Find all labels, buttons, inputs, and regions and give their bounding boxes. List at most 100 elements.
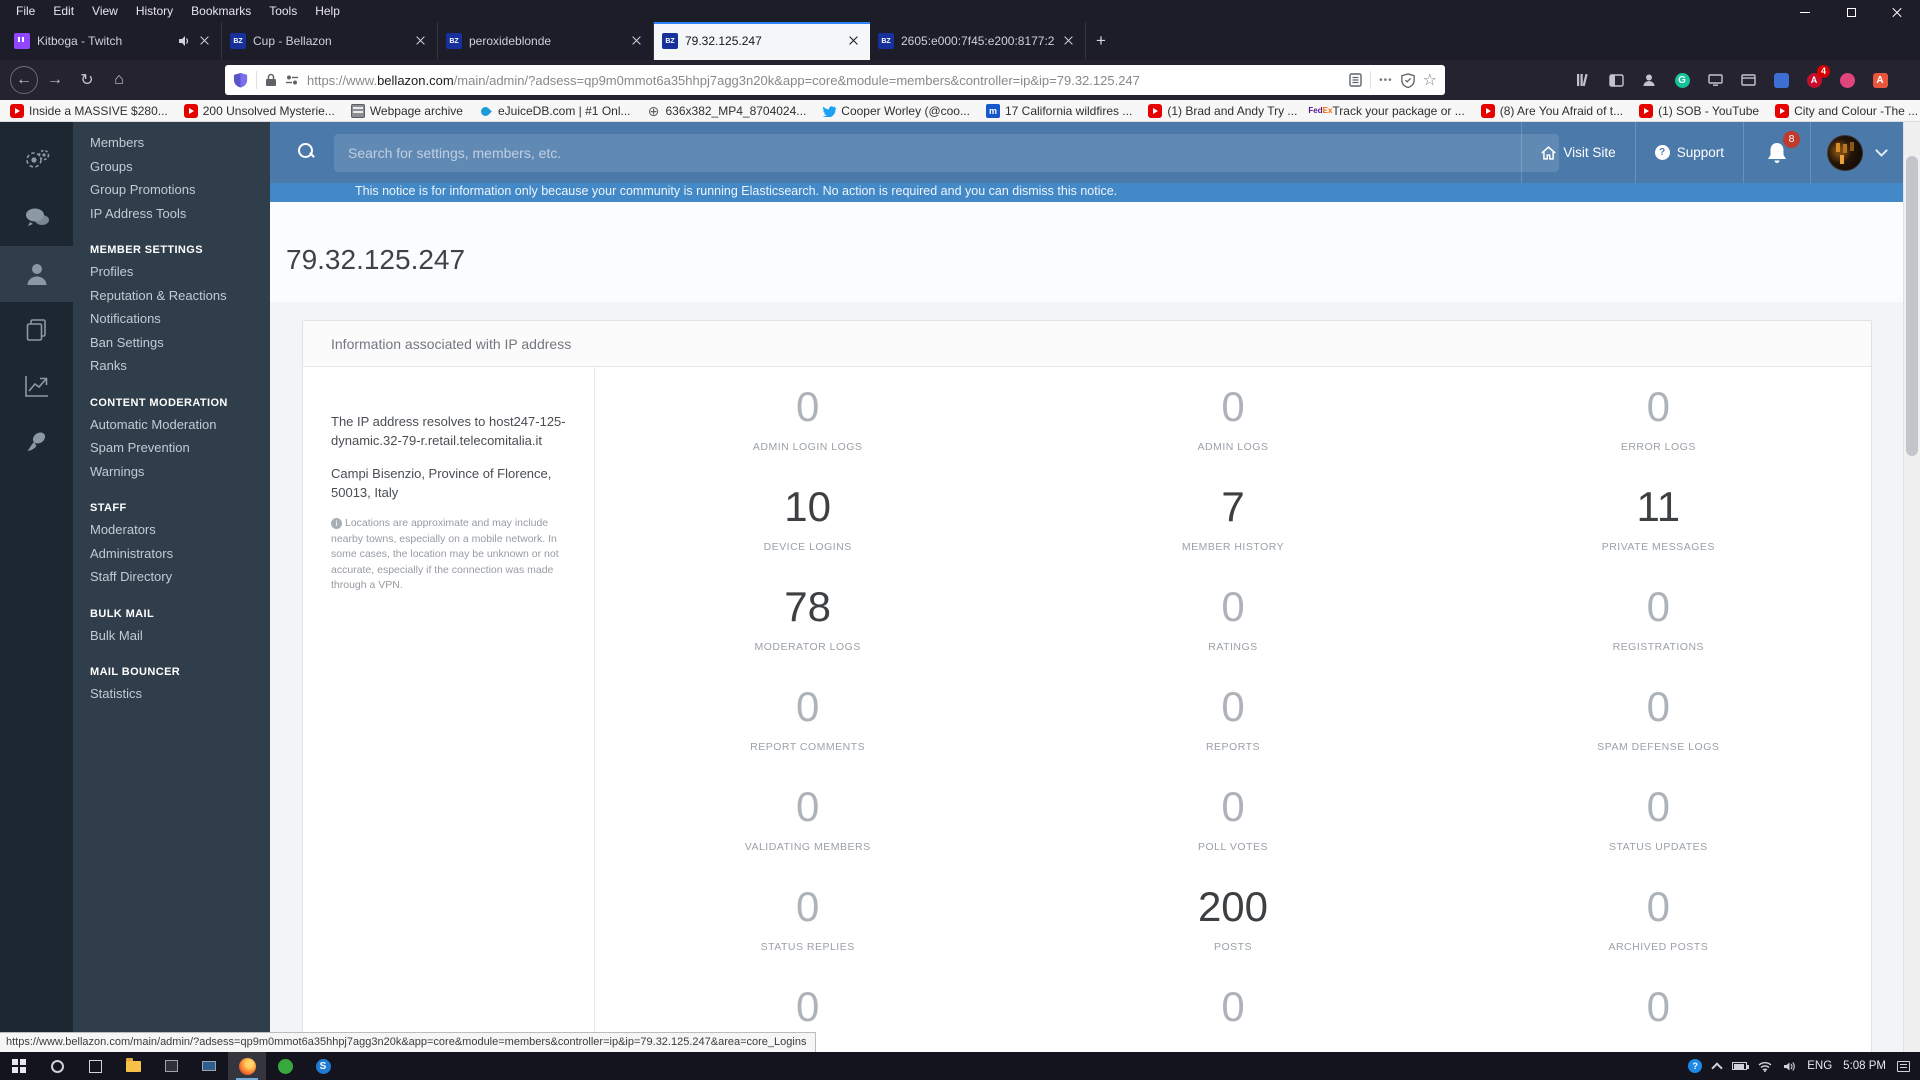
start-button[interactable]	[0, 1052, 38, 1080]
menu-file[interactable]: File	[8, 2, 43, 20]
back-button[interactable]: ←	[10, 66, 38, 94]
bookmark-item[interactable]: (1) SOB - YouTube	[1639, 103, 1759, 118]
grammarly-icon[interactable]: G	[1670, 68, 1694, 92]
tab-close-icon[interactable]	[197, 33, 213, 49]
bookmark-item[interactable]: eJuiceDB.com | #1 Onl...	[479, 104, 631, 118]
bookmark-item[interactable]: (1) Brad and Andy Try ...	[1148, 103, 1297, 118]
url-text[interactable]: https://www.bellazon.com/main/admin/?ads…	[307, 73, 1341, 88]
extension-blue-icon[interactable]	[1769, 68, 1793, 92]
tab-cup-bellazon[interactable]: BZ Cup - Bellazon	[222, 22, 438, 60]
menu-members[interactable]: Members	[73, 131, 270, 155]
tab-peroxideblonde[interactable]: BZ peroxideblonde	[438, 22, 654, 60]
task-view-button[interactable]	[76, 1052, 114, 1080]
rail-customization[interactable]	[0, 414, 73, 470]
bookmark-item[interactable]: ⊕ 636x382_MP4_8704024...	[647, 104, 807, 118]
taskbar-store[interactable]	[152, 1052, 190, 1080]
acp-search-input[interactable]	[334, 134, 1559, 172]
menu-spam-prevention[interactable]: Spam Prevention	[73, 436, 270, 460]
bookmark-item[interactable]: Fed Ex Track your package or ...	[1308, 104, 1464, 118]
notifications-bell[interactable]: 8	[1744, 122, 1810, 183]
reader-view-icon[interactable]	[1349, 73, 1362, 87]
taskbar-monitor-app[interactable]	[190, 1052, 228, 1080]
menu-group-promotions[interactable]: Group Promotions	[73, 178, 270, 202]
menu-bookmarks[interactable]: Bookmarks	[183, 2, 259, 20]
minimize-button[interactable]	[1782, 0, 1828, 24]
bookmark-item[interactable]: m 17 California wildfires ...	[985, 103, 1132, 118]
new-tab-button[interactable]: +	[1086, 26, 1116, 56]
close-window-button[interactable]	[1874, 0, 1920, 24]
permissions-icon[interactable]	[285, 74, 299, 86]
wifi-icon[interactable]	[1758, 1061, 1772, 1072]
tab-ipv6[interactable]: BZ 2605:e000:7f45:e200:8177:296b:f	[870, 22, 1086, 60]
tab-session-icon[interactable]	[1736, 68, 1760, 92]
menu-automatic-moderation[interactable]: Automatic Moderation	[73, 413, 270, 437]
support-button[interactable]: ? Support	[1636, 122, 1743, 183]
language-indicator[interactable]: ENG	[1807, 1060, 1832, 1072]
adblock-icon[interactable]: A4	[1802, 65, 1830, 92]
menu-reputation[interactable]: Reputation & Reactions	[73, 284, 270, 308]
clock[interactable]: 5:08 PM	[1843, 1060, 1886, 1072]
bookmark-star-icon[interactable]: ☆	[1423, 70, 1437, 90]
visit-site-button[interactable]: Visit Site	[1522, 122, 1634, 183]
bookmark-item[interactable]: Webpage archive	[350, 103, 463, 118]
tab-ip-active[interactable]: BZ 79.32.125.247	[654, 22, 870, 60]
account-icon[interactable]	[1637, 68, 1661, 92]
chevron-down-icon[interactable]	[1875, 144, 1888, 157]
page-actions-icon[interactable]: •••	[1379, 75, 1393, 86]
tab-kitboga[interactable]: Kitboga - Twitch	[6, 22, 222, 60]
extension-pink-icon[interactable]	[1835, 68, 1859, 92]
taskbar-file-explorer[interactable]	[114, 1052, 152, 1080]
menu-help[interactable]: Help	[307, 2, 348, 20]
lock-icon[interactable]	[265, 73, 277, 87]
library-icon[interactable]	[1571, 68, 1595, 92]
bookmark-item[interactable]: 200 Unsolved Mysterie...	[183, 103, 335, 118]
tab-close-icon[interactable]	[1061, 33, 1077, 49]
url-bar[interactable]: https://www.bellazon.com/main/admin/?ads…	[225, 65, 1445, 95]
menu-view[interactable]: View	[84, 2, 126, 20]
home-button[interactable]: ⌂	[104, 65, 134, 95]
menu-statistics[interactable]: Statistics	[73, 682, 270, 706]
bookmark-item[interactable]: City and Colour -The ...	[1775, 103, 1918, 118]
tab-close-icon[interactable]	[846, 33, 862, 49]
rail-stats[interactable]	[0, 358, 73, 414]
menu-administrators[interactable]: Administrators	[73, 542, 270, 566]
menu-moderators[interactable]: Moderators	[73, 518, 270, 542]
tracking-protection-shield-icon[interactable]	[233, 72, 248, 88]
taskbar-blue-app[interactable]: S	[304, 1052, 342, 1080]
menu-staff-directory[interactable]: Staff Directory	[73, 565, 270, 589]
tray-chevron-up-icon[interactable]	[1711, 1061, 1723, 1074]
menu-profiles[interactable]: Profiles	[73, 260, 270, 284]
bookmark-item[interactable]: (8) Are You Afraid of t...	[1480, 103, 1623, 118]
menu-ban-settings[interactable]: Ban Settings	[73, 331, 270, 355]
taskbar-firefox[interactable]	[228, 1052, 266, 1080]
rail-content[interactable]	[0, 302, 73, 358]
protections-shield-icon[interactable]	[1400, 72, 1415, 88]
rail-members[interactable]	[0, 246, 73, 302]
forward-button[interactable]: →	[40, 65, 70, 95]
volume-icon[interactable]	[1783, 1061, 1796, 1072]
rail-system-settings[interactable]	[0, 134, 73, 190]
tab-close-icon[interactable]	[629, 33, 645, 49]
avatar[interactable]	[1827, 134, 1863, 171]
browser-scrollbar[interactable]	[1903, 122, 1920, 1052]
bookmark-item[interactable]: Inside a MASSIVE $280...	[10, 103, 168, 118]
menu-notifications[interactable]: Notifications	[73, 307, 270, 331]
restore-button[interactable]	[1828, 0, 1874, 24]
action-center-icon[interactable]	[1897, 1060, 1910, 1072]
tab-close-icon[interactable]	[413, 33, 429, 49]
tab-audio-icon[interactable]	[178, 35, 190, 47]
menu-warnings[interactable]: Warnings	[73, 460, 270, 484]
reload-button[interactable]: ↻	[72, 65, 102, 95]
help-tray-icon[interactable]: ?	[1688, 1059, 1703, 1073]
extension-orange-icon[interactable]: A	[1868, 68, 1892, 92]
taskbar-green-app[interactable]	[266, 1052, 304, 1080]
bookmark-item[interactable]: Cooper Worley (@coo...	[822, 104, 970, 118]
sidebar-toggle-icon[interactable]	[1604, 68, 1628, 92]
menu-groups[interactable]: Groups	[73, 155, 270, 179]
cortana-search-button[interactable]	[38, 1052, 76, 1080]
menu-tools[interactable]: Tools	[261, 2, 305, 20]
menu-ranks[interactable]: Ranks	[73, 354, 270, 378]
screenshot-tool-icon[interactable]	[1703, 68, 1727, 92]
battery-icon[interactable]	[1732, 1062, 1750, 1070]
rail-community[interactable]	[0, 190, 73, 246]
